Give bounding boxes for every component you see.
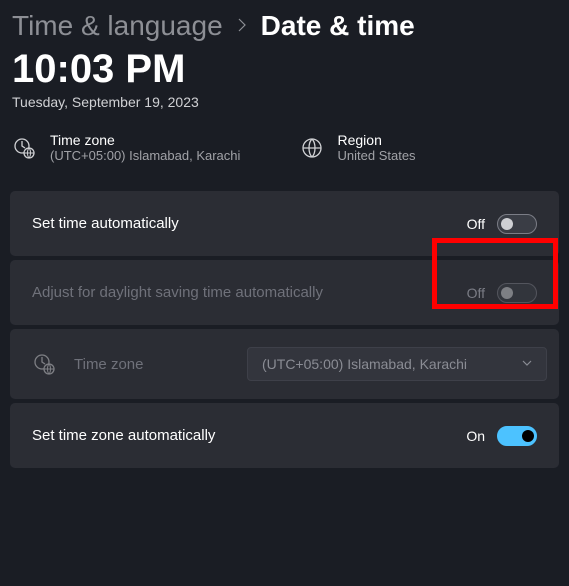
set-tz-auto-state: On bbox=[466, 428, 485, 444]
set-time-auto-card[interactable]: Set time automatically Off bbox=[10, 191, 559, 256]
dst-auto-card: Adjust for daylight saving time automati… bbox=[10, 260, 559, 325]
timezone-dropdown[interactable]: (UTC+05:00) Islamabad, Karachi bbox=[247, 347, 547, 381]
dst-auto-toggle bbox=[497, 283, 537, 303]
set-tz-auto-card[interactable]: Set time zone automatically On bbox=[10, 403, 559, 468]
dst-auto-label: Adjust for daylight saving time automati… bbox=[32, 284, 323, 301]
region-info: Region United States bbox=[300, 132, 558, 163]
clock-globe-icon bbox=[12, 136, 36, 160]
timezone-dropdown-value: (UTC+05:00) Islamabad, Karachi bbox=[262, 356, 467, 372]
timezone-info: Time zone (UTC+05:00) Islamabad, Karachi bbox=[12, 132, 270, 163]
timezone-info-label: Time zone bbox=[50, 132, 240, 148]
info-row: Time zone (UTC+05:00) Islamabad, Karachi… bbox=[0, 110, 569, 163]
settings-list: Set time automatically Off Adjust for da… bbox=[0, 163, 569, 468]
globe-icon bbox=[300, 136, 324, 160]
chevron-right-icon bbox=[237, 16, 247, 37]
breadcrumb-parent[interactable]: Time & language bbox=[12, 10, 223, 42]
region-info-label: Region bbox=[338, 132, 416, 148]
current-time: 10:03 PM bbox=[0, 42, 569, 92]
region-info-value: United States bbox=[338, 148, 416, 163]
chevron-down-icon bbox=[522, 358, 532, 370]
timezone-card: Time zone (UTC+05:00) Islamabad, Karachi bbox=[10, 329, 559, 399]
set-tz-auto-label: Set time zone automatically bbox=[32, 427, 215, 444]
dst-auto-state: Off bbox=[467, 285, 485, 301]
breadcrumb-current: Date & time bbox=[261, 10, 415, 42]
timezone-info-value: (UTC+05:00) Islamabad, Karachi bbox=[50, 148, 240, 163]
set-time-auto-label: Set time automatically bbox=[32, 215, 179, 232]
set-time-auto-state: Off bbox=[467, 216, 485, 232]
clock-globe-icon bbox=[32, 352, 56, 376]
set-tz-auto-toggle[interactable] bbox=[497, 426, 537, 446]
breadcrumb: Time & language Date & time bbox=[0, 0, 569, 42]
timezone-select-label: Time zone bbox=[74, 356, 143, 373]
current-date: Tuesday, September 19, 2023 bbox=[0, 92, 569, 110]
set-time-auto-toggle[interactable] bbox=[497, 214, 537, 234]
